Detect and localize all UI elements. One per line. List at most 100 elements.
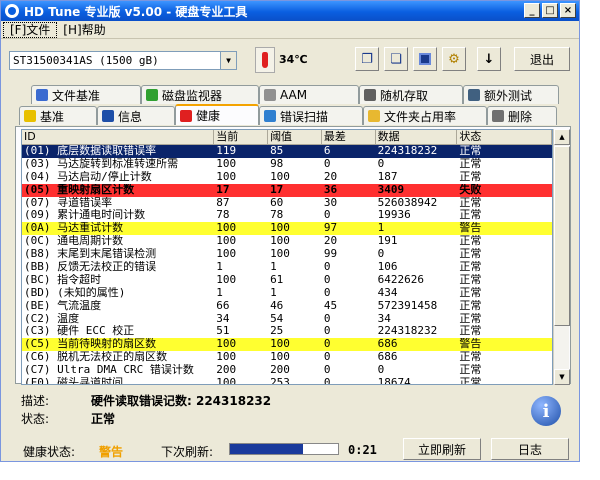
worst-cell: 0 bbox=[323, 157, 331, 170]
scroll-up-icon[interactable]: ▲ bbox=[554, 129, 570, 145]
scroll-down-icon[interactable]: ▼ bbox=[554, 369, 570, 385]
tab-aam[interactable]: AAM bbox=[259, 85, 359, 104]
tab-error-scan[interactable]: 错误扫描 bbox=[259, 106, 363, 125]
current-cell: 87 bbox=[216, 196, 230, 209]
attr-id-cell: (C2) 温度 bbox=[24, 312, 80, 325]
extra-tests-icon bbox=[468, 89, 480, 101]
col-header-current[interactable]: 当前 bbox=[214, 130, 269, 144]
menu-file[interactable]: [F]文件 bbox=[3, 21, 58, 38]
tab-disk-monitor[interactable]: 磁盘监视器 bbox=[141, 85, 259, 104]
attr-id-cell: (0A) 马达重试计数 bbox=[24, 222, 124, 235]
threshold-cell: 46 bbox=[270, 299, 284, 312]
data-cell: 19936 bbox=[377, 209, 411, 222]
thermometer-icon bbox=[255, 47, 275, 73]
data-cell: 34 bbox=[377, 312, 391, 325]
tab-extra-tests[interactable]: 额外测试 bbox=[463, 85, 559, 104]
attr-id-cell: (BD) (未知的属性) bbox=[24, 286, 126, 299]
tab-health[interactable]: 健康 bbox=[175, 104, 259, 125]
table-row[interactable]: (BB) 反馈无法校正的错误 1 1 0 106 正常 bbox=[22, 261, 552, 274]
data-cell: 3409 bbox=[377, 183, 405, 196]
attribute-status-value: 正常 bbox=[91, 411, 116, 426]
current-cell: 51 bbox=[216, 325, 230, 338]
table-row[interactable]: (04) 马达启动/停止计数 100 100 20 187 正常 bbox=[22, 171, 552, 184]
table-row[interactable]: (C6) 脱机无法校正的扇区数 100 100 0 686 正常 bbox=[22, 351, 552, 364]
table-row[interactable]: (09) 累计通电时间计数 78 78 0 19936 正常 bbox=[22, 209, 552, 222]
table-row[interactable]: (C2) 温度 34 54 0 34 正常 bbox=[22, 313, 552, 326]
table-row[interactable]: (BD) (未知的属性) 1 1 0 434 正常 bbox=[22, 287, 552, 300]
threshold-cell: 100 bbox=[270, 170, 290, 183]
info-icon[interactable]: i bbox=[531, 396, 561, 426]
current-cell: 100 bbox=[216, 338, 237, 351]
tab-erase[interactable]: 删除 bbox=[487, 106, 557, 125]
threshold-cell: 54 bbox=[270, 312, 284, 325]
tab-benchmark[interactable]: 基准 bbox=[19, 106, 97, 125]
tab-random-access[interactable]: 随机存取 bbox=[359, 85, 463, 104]
status-cell: 正常 bbox=[459, 196, 482, 209]
col-header-status[interactable]: 状态 bbox=[457, 130, 552, 144]
worst-cell: 0 bbox=[323, 286, 331, 299]
menu-help[interactable]: [H]帮助 bbox=[57, 22, 111, 38]
options-button[interactable]: ⚙ bbox=[442, 47, 466, 71]
table-scrollbar[interactable]: ▲ ▼ bbox=[553, 129, 570, 385]
worst-cell: 30 bbox=[323, 196, 338, 209]
worst-cell: 97 bbox=[323, 222, 338, 235]
table-row[interactable]: (0A) 马达重试计数 100 100 97 1 警告 bbox=[22, 222, 552, 236]
copy-info-button[interactable]: ❐ bbox=[355, 47, 379, 71]
refresh-now-button[interactable]: 立即刷新 bbox=[403, 438, 481, 460]
minimize-button[interactable]: _ bbox=[524, 3, 540, 18]
smart-table[interactable]: ID 当前 阈值 最差 数据 状态 (01) 底层数据读取错误率 119 85 6 22… bbox=[21, 129, 553, 385]
status-cell: 警告 bbox=[459, 338, 482, 351]
attr-id-cell: (BB) 反馈无法校正的错误 bbox=[24, 261, 157, 274]
scroll-thumb[interactable] bbox=[554, 146, 570, 326]
tab-info[interactable]: 信息 bbox=[97, 106, 175, 125]
save-button[interactable] bbox=[413, 47, 437, 71]
status-cell: 正常 bbox=[459, 273, 482, 286]
table-row[interactable]: (C5) 当前待映射的扇区数 100 100 0 686 警告 bbox=[22, 338, 552, 352]
table-row[interactable]: (C7) Ultra DMA CRC 错误计数 200 200 0 0 正常 bbox=[22, 364, 552, 377]
drive-select[interactable]: ST31500341AS (1500 gB) ▼ bbox=[9, 51, 237, 70]
table-row[interactable]: (F0) 磁头寻道时间 100 253 0 18674 正常 bbox=[22, 377, 552, 385]
table-header: ID 当前 阈值 最差 数据 状态 bbox=[22, 130, 552, 145]
table-row[interactable]: (BE) 气流温度 66 46 45 572391458 正常 bbox=[22, 300, 552, 313]
attr-id-cell: (C7) Ultra DMA CRC 错误计数 bbox=[24, 364, 194, 377]
chevron-down-icon[interactable]: ▼ bbox=[220, 52, 236, 69]
table-row[interactable]: (07) 寻道错误率 87 60 30 526038942 正常 bbox=[22, 197, 552, 210]
col-header-worst[interactable]: 最差 bbox=[322, 130, 376, 144]
status-cell: 正常 bbox=[459, 145, 482, 157]
worst-cell: 45 bbox=[323, 299, 338, 312]
table-row[interactable]: (05) 重映射扇区计数 17 17 36 3409 失败 bbox=[22, 183, 552, 197]
worst-cell: 36 bbox=[323, 183, 338, 196]
attr-id-cell: (C6) 脱机无法校正的扇区数 bbox=[24, 351, 168, 364]
table-row[interactable]: (0C) 通电周期计数 100 100 20 191 正常 bbox=[22, 235, 552, 248]
attr-id-cell: (0C) 通电周期计数 bbox=[24, 235, 124, 248]
current-cell: 78 bbox=[216, 209, 230, 222]
worst-cell: 20 bbox=[323, 235, 338, 248]
attr-id-cell: (05) 重映射扇区计数 bbox=[24, 183, 135, 196]
erase-icon bbox=[492, 110, 504, 122]
download-button[interactable]: ↓ bbox=[477, 47, 501, 71]
col-header-threshold[interactable]: 阈值 bbox=[268, 130, 322, 144]
table-row[interactable]: (01) 底层数据读取错误率 119 85 6 224318232 正常 bbox=[22, 145, 552, 158]
threshold-cell: 253 bbox=[270, 377, 290, 385]
data-cell: 572391458 bbox=[377, 299, 438, 312]
copy-screenshot-button[interactable]: ❏ bbox=[384, 47, 408, 71]
col-header-data[interactable]: 数据 bbox=[376, 130, 458, 144]
tab-file-benchmark[interactable]: 文件基准 bbox=[31, 85, 141, 104]
log-button[interactable]: 日志 bbox=[491, 438, 569, 460]
threshold-cell: 100 bbox=[270, 235, 290, 248]
table-row[interactable]: (BC) 指令超时 100 61 0 6422626 正常 bbox=[22, 274, 552, 287]
tab-row-bottom: 基准 信息 健康 错误扫描 文件夹占用率 删除 bbox=[19, 104, 557, 125]
exit-button[interactable]: 退出 bbox=[514, 47, 570, 71]
col-header-id[interactable]: ID bbox=[22, 130, 215, 144]
current-cell: 100 bbox=[216, 248, 237, 261]
status-cell: 正常 bbox=[459, 261, 482, 274]
maximize-button[interactable]: □ bbox=[542, 3, 558, 18]
attr-id-cell: (04) 马达启动/停止计数 bbox=[24, 170, 152, 183]
data-cell: 224318232 bbox=[377, 325, 438, 338]
threshold-cell: 61 bbox=[270, 273, 284, 286]
table-row[interactable]: (C3) 硬件 ECC 校正 51 25 0 224318232 正常 bbox=[22, 325, 552, 338]
table-row[interactable]: (B8) 末尾到末尾错误检测 100 100 99 0 正常 bbox=[22, 248, 552, 261]
table-row[interactable]: (03) 马达旋转到标准转速所需 100 98 0 0 正常 bbox=[22, 158, 552, 171]
close-button[interactable]: × bbox=[560, 3, 576, 18]
tab-folder-usage[interactable]: 文件夹占用率 bbox=[363, 106, 487, 125]
